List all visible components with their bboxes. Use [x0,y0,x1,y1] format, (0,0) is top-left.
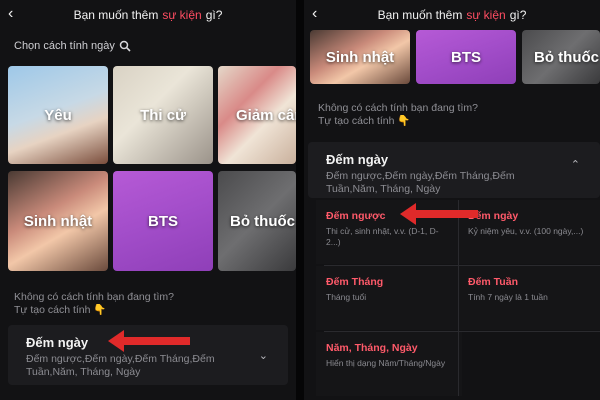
header-title-before: Bạn muốn thêm [377,8,463,22]
section-title: Chọn cách tính ngày [14,40,131,52]
tile-thi-cu[interactable]: Thi cử [113,66,213,164]
card-title: Đếm ngày [26,335,89,350]
chevron-left-icon[interactable]: ‹ [8,4,26,24]
grid-divider [324,265,600,266]
option-dem-ngay[interactable]: Đếm ngày Kỷ niệm yêu, v.v. (100 ngày,...… [458,200,600,264]
hint-create[interactable]: Tự tạo cách tính 👇 [318,115,410,128]
option-dem-tuan[interactable]: Đếm Tuần Tính 7 ngày là 1 tuần [458,266,600,330]
tile-bts[interactable]: BTS [416,30,516,84]
pointing-hand-icon: 👇 [93,304,107,316]
header-title-before: Bạn muốn thêm [73,8,159,22]
pointing-hand-icon: 👇 [397,115,411,127]
grid-divider [324,331,600,332]
red-arrow-icon [400,203,478,225]
chevron-left-icon[interactable]: ‹ [312,4,330,24]
divider [296,0,304,400]
chevron-up-icon[interactable]: ⌃ [571,158,580,171]
card-desc: Đếm ngược,Đếm ngày,Đếm Tháng,Đếm Tuần,Nă… [326,170,515,195]
search-icon [119,40,131,52]
tile-sinh-nhat[interactable]: Sinh nhật [8,171,108,271]
tile-bo-thuoc[interactable]: Bỏ thuốc [522,30,600,84]
count-days-card[interactable]: Đếm ngày Đếm ngược,Đếm ngày,Đếm Tháng,Đế… [308,142,600,198]
header: ‹ Bạn muốn thêm sự kiện gì? [304,0,600,30]
card-desc: Đếm ngược,Đếm ngày,Đếm Tháng,Đếm Tuần,Nă… [26,353,215,378]
option-nam-thang-ngay[interactable]: Năm, Tháng, Ngày Hiển thị dạng Năm/Tháng… [316,332,462,396]
red-arrow-icon [108,330,190,352]
hint-create[interactable]: Tự tạo cách tính 👇 [14,304,106,317]
header-title-after: gì? [509,8,527,22]
tile-giam-can[interactable]: Giảm cân [218,66,296,164]
header-title-highlight: sự kiện [466,8,506,22]
card-title: Đếm ngày [326,152,389,167]
tile-bts[interactable]: BTS [113,171,213,271]
chevron-down-icon[interactable]: ⌄ [259,349,268,362]
grid-divider [458,200,459,396]
header-title-highlight: sự kiện [162,8,202,22]
tile-yeu[interactable]: Yêu [8,66,108,164]
count-days-card[interactable]: Đếm ngày Đếm ngược,Đếm ngày,Đếm Tháng,Đế… [8,325,288,385]
tile-bo-thuoc[interactable]: Bỏ thuốc [218,171,296,271]
hint-line1: Không có cách tính bạn đang tìm? [318,102,478,114]
tile-sinh-nhat[interactable]: Sinh nhật [310,30,410,84]
option-dem-thang[interactable]: Đếm Tháng Tháng tuổi [316,266,462,330]
header: ‹ Bạn muốn thêm sự kiện gì? [0,0,296,30]
header-title-after: gì? [205,8,223,22]
left-screen: ‹ Bạn muốn thêm sự kiện gì? Chọn cách tí… [0,0,296,400]
hint-line1: Không có cách tính bạn đang tìm? [14,291,174,303]
right-screen: ‹ Bạn muốn thêm sự kiện gì? Sinh nhật BT… [304,0,600,400]
